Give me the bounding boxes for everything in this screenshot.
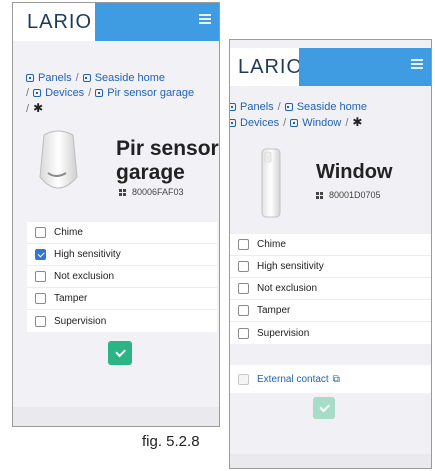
- breadcrumb-panels[interactable]: Panels: [26, 72, 72, 84]
- option-row[interactable]: Supervision: [230, 322, 431, 344]
- option-label: High sensitivity: [257, 261, 324, 272]
- panel-icon: [284, 103, 293, 111]
- option-checkbox[interactable]: [238, 239, 249, 250]
- header-bar: [95, 3, 219, 41]
- option-label: Not exclusion: [257, 283, 318, 294]
- device-id: 80001D0705: [316, 190, 381, 200]
- option-label: Chime: [257, 239, 286, 250]
- option-checkbox[interactable]: [35, 227, 46, 238]
- option-checkbox[interactable]: [238, 327, 249, 339]
- panel-icon: [82, 74, 91, 82]
- option-row[interactable]: Tamper: [27, 288, 217, 310]
- save-button[interactable]: [313, 397, 335, 419]
- logo[interactable]: LARIO: [13, 3, 95, 41]
- panel-icon: [290, 119, 299, 127]
- option-row[interactable]: Supervision: [27, 310, 217, 332]
- logo-text: LARIO: [238, 55, 304, 78]
- option-checkbox[interactable]: [35, 271, 46, 282]
- right-screen: LARIO Panels / Seaside home Devices / Window…: [229, 39, 432, 469]
- footer: [230, 454, 431, 468]
- device-title: Pir sensor garage: [116, 137, 219, 184]
- logo[interactable]: LARIO: [230, 48, 302, 86]
- option-row[interactable]: Tamper: [230, 300, 431, 322]
- panel-icon: [230, 103, 236, 111]
- save-button[interactable]: [108, 341, 132, 365]
- options-list: Chime High sensitivity Not exclusion Tamper…: [27, 222, 217, 332]
- top-bar: LARIO: [230, 40, 431, 86]
- external-contact-label: External contact: [257, 373, 329, 385]
- option-label: Supervision: [54, 315, 107, 327]
- breadcrumb-home[interactable]: Seaside home: [82, 72, 165, 84]
- hamburger-icon[interactable]: [411, 59, 423, 69]
- option-row[interactable]: Chime: [230, 234, 431, 256]
- external-contact-checkbox[interactable]: [238, 373, 249, 385]
- gear-icon[interactable]: ✱: [352, 115, 362, 129]
- options-list: Chime High sensitivity Not exclusion Tamper…: [230, 234, 431, 344]
- figure-caption: fig. 5.2.8: [142, 433, 200, 450]
- breadcrumb-device[interactable]: Pir sensor garage: [95, 87, 194, 99]
- option-checkbox[interactable]: [238, 305, 249, 316]
- option-checkbox[interactable]: [35, 315, 46, 327]
- option-label: High sensitivity: [54, 249, 121, 260]
- option-label: Not exclusion: [54, 271, 115, 282]
- option-row[interactable]: High sensitivity: [230, 256, 431, 278]
- option-label: Tamper: [54, 293, 88, 304]
- option-row[interactable]: High sensitivity: [27, 244, 217, 266]
- logo-text: LARIO: [27, 10, 93, 33]
- external-link-icon[interactable]: ⧉: [333, 374, 340, 385]
- footer: [13, 407, 219, 426]
- device-id: 80006FAF03: [119, 187, 184, 197]
- breadcrumb-devices[interactable]: Devices: [33, 87, 84, 99]
- gear-icon[interactable]: ✱: [33, 101, 43, 115]
- option-label: Tamper: [257, 305, 291, 316]
- breadcrumb-devices[interactable]: Devices: [230, 117, 279, 129]
- breadcrumb-home[interactable]: Seaside home: [284, 101, 367, 113]
- panel-icon: [230, 119, 236, 127]
- breadcrumb: Panels / Seaside home Devices / Window / ✱: [230, 100, 428, 131]
- option-label: Chime: [54, 227, 83, 238]
- top-bar: LARIO: [13, 3, 219, 41]
- grid-icon: [316, 191, 323, 199]
- option-checkbox[interactable]: [238, 283, 249, 294]
- breadcrumb-panels[interactable]: Panels: [230, 101, 274, 113]
- panel-icon: [95, 89, 104, 97]
- option-row[interactable]: Chime: [27, 222, 217, 244]
- panel-icon: [33, 89, 42, 97]
- option-row[interactable]: Not exclusion: [27, 266, 217, 288]
- external-contact-row[interactable]: External contact ⧉: [230, 365, 431, 393]
- device-title: Window: [316, 161, 393, 183]
- grid-icon: [119, 188, 126, 196]
- option-checkbox[interactable]: [238, 261, 249, 272]
- breadcrumb: Panels / Seaside home / Devices / Pir sensor …: [26, 72, 195, 115]
- option-label: Supervision: [257, 327, 310, 339]
- window-sensor-image: [261, 148, 281, 218]
- pir-sensor-image: [39, 130, 78, 189]
- option-checkbox[interactable]: [35, 293, 46, 304]
- panel-icon: [26, 74, 34, 82]
- hamburger-icon[interactable]: [199, 14, 211, 24]
- left-screen: LARIO Panels / Seaside home / Devices / Pir s…: [12, 2, 220, 427]
- option-checkbox[interactable]: [35, 249, 46, 260]
- breadcrumb-device[interactable]: Window: [290, 117, 341, 129]
- option-row[interactable]: Not exclusion: [230, 278, 431, 300]
- header-bar: [299, 48, 431, 86]
